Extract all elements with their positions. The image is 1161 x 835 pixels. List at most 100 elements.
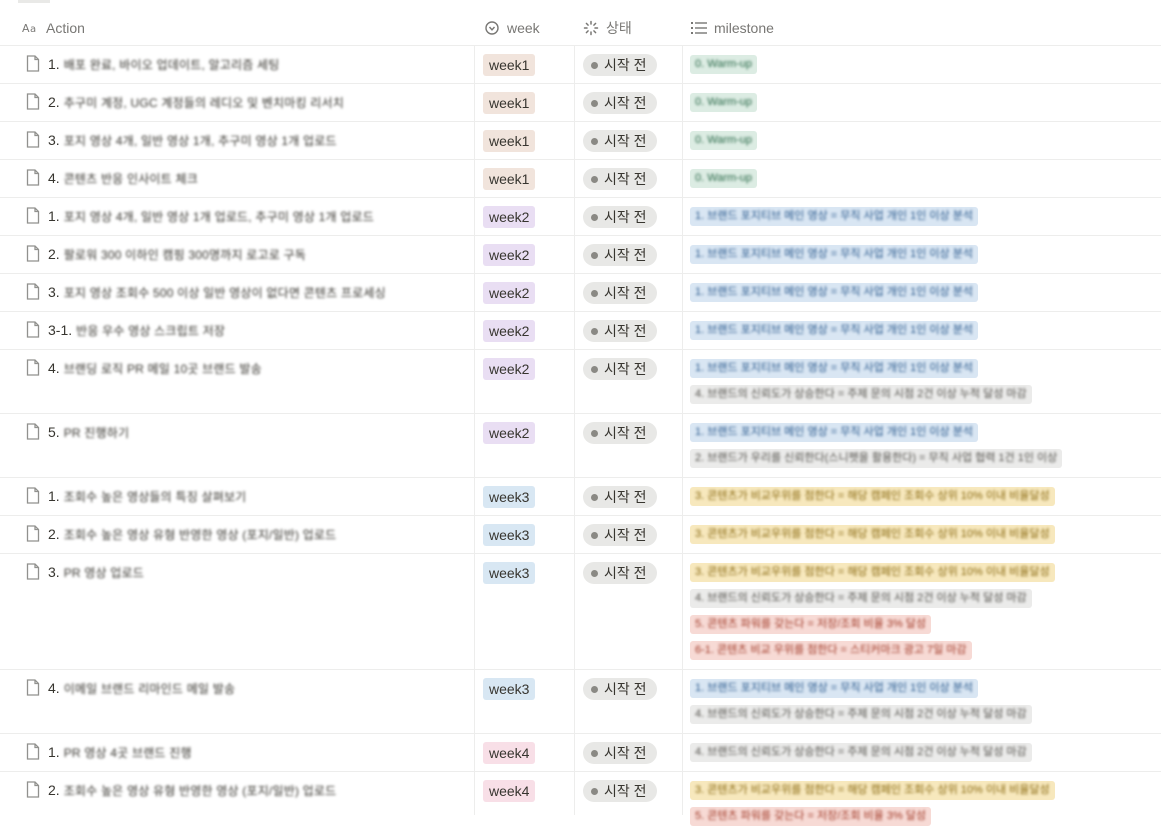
week-cell[interactable]: week2 [483,206,536,228]
status-cell[interactable]: 시작 전 [583,130,657,152]
milestone-cell[interactable]: 3. 콘텐츠가 비교우위를 점한다 = 해당 캠페인 조회수 상위 10% 이내… [690,487,1161,513]
action-title[interactable]: 반응 우수 영상 스크립트 저장 [76,322,225,339]
week-cell[interactable]: week4 [483,742,536,764]
table-row[interactable]: 1. 조회수 높은 영상들의 특징 살펴보기 week3 시작 전 3. 콘텐츠가 비교… [0,478,1161,516]
milestone-cell[interactable]: 0. Warm-up [690,131,1161,157]
action-cell[interactable]: 4. 이메일 브랜드 리마인드 메일 발송 [26,679,235,697]
table-row[interactable]: 2. 추구미 계정, UGC 계정들의 레디오 및 벤치마킹 리서치 week1 시작… [0,84,1161,122]
week-cell[interactable]: week4 [483,780,536,802]
action-cell[interactable]: 4. 브랜딩 로직 PR 메일 10곳 브랜드 발송 [26,359,262,377]
week-cell[interactable]: week3 [483,524,536,546]
column-header-action[interactable]: Aa Action [22,11,85,45]
action-title[interactable]: PR 진행하기 [64,424,130,441]
milestone-cell[interactable]: 4. 브랜드의 신뢰도가 상승한다 = 주제 문의 시점 2건 이상 누적 달성… [690,743,1161,769]
action-title[interactable]: 조회수 높은 영상들의 특징 살펴보기 [64,488,247,505]
action-title[interactable]: 조회수 높은 영상 유형 반영한 영상 (포지/일반) 업로드 [64,782,337,799]
week-cell[interactable]: week1 [483,168,536,190]
week-cell[interactable]: week3 [483,486,536,508]
action-cell[interactable]: 2. 조회수 높은 영상 유형 반영한 영상 (포지/일반) 업로드 [26,525,336,543]
action-title[interactable]: 배포 완료, 바이오 업데이트, 알고리즘 세팅 [64,56,280,73]
table-row[interactable]: 1. 포지 영상 4개, 일반 영상 1개 업로드, 추구미 영상 1개 업로드 w… [0,198,1161,236]
table-row[interactable]: 3. 포지 영상 4개, 일반 영상 1개, 추구미 영상 1개 업로드 week1… [0,122,1161,160]
week-cell[interactable]: week2 [483,320,536,342]
column-header-milestone[interactable]: milestone [690,11,774,45]
table-row[interactable]: 1. PR 영상 4곳 브랜드 진행 week4 시작 전 4. 브랜드의 신뢰도가 상… [0,734,1161,772]
status-cell[interactable]: 시작 전 [583,282,657,304]
action-cell[interactable]: 4. 콘텐츠 반응 인사이트 체크 [26,169,198,187]
action-cell[interactable]: 1. 조회수 높은 영상들의 특징 살펴보기 [26,487,246,505]
milestone-cell[interactable]: 1. 브랜드 포지티브 메인 영상 = 무직 사업 개인 1인 이상 분석 [690,283,1161,309]
status-cell[interactable]: 시작 전 [583,562,657,584]
milestone-cell[interactable]: 0. Warm-up [690,55,1161,81]
table-row[interactable]: 3. 포지 영상 조회수 500 이상 일반 영상이 없다면 콘텐츠 프로세싱 we… [0,274,1161,312]
table-row[interactable]: 5. PR 진행하기 week2 시작 전 1. 브랜드 포지티브 메인 영상 = 무직… [0,414,1161,478]
action-title[interactable]: 포지 영상 조회수 500 이상 일반 영상이 없다면 콘텐츠 프로세싱 [64,284,386,301]
status-cell[interactable]: 시작 전 [583,244,657,266]
action-title[interactable]: 팔로워 300 이하인 캠핑 300명까지 로고로 구독 [64,246,306,263]
action-cell[interactable]: 5. PR 진행하기 [26,423,129,441]
status-cell[interactable]: 시작 전 [583,320,657,342]
milestone-cell[interactable]: 3. 콘텐츠가 비교우위를 점한다 = 해당 캠페인 조회수 상위 10% 이내… [690,781,1161,833]
milestone-cell[interactable]: 3. 콘텐츠가 비교우위를 점한다 = 해당 캠페인 조회수 상위 10% 이내… [690,525,1161,551]
action-title[interactable]: PR 영상 업로드 [64,564,144,581]
table-row[interactable]: 4. 이메일 브랜드 리마인드 메일 발송 week3 시작 전 1. 브랜드 포지티브… [0,670,1161,734]
table-row[interactable]: 2. 팔로워 300 이하인 캠핑 300명까지 로고로 구독 week2 시작 전 1… [0,236,1161,274]
action-cell[interactable]: 3-1. 반응 우수 영상 스크립트 저장 [26,321,225,339]
milestone-cell[interactable]: 1. 브랜드 포지티브 메인 영상 = 무직 사업 개인 1인 이상 분석 [690,245,1161,271]
milestone-cell[interactable]: 1. 브랜드 포지티브 메인 영상 = 무직 사업 개인 1인 이상 분석 4. … [690,359,1161,411]
action-cell[interactable]: 3. 포지 영상 4개, 일반 영상 1개, 추구미 영상 1개 업로드 [26,131,337,149]
milestone-cell[interactable]: 0. Warm-up [690,169,1161,195]
table-row[interactable]: 2. 조회수 높은 영상 유형 반영한 영상 (포지/일반) 업로드 week3 시작… [0,516,1161,554]
milestone-cell[interactable]: 1. 브랜드 포지티브 메인 영상 = 무직 사업 개인 1인 이상 분석 4. … [690,679,1161,731]
table-row[interactable]: 2. 조회수 높은 영상 유형 반영한 영상 (포지/일반) 업로드 week4 시작… [0,772,1161,835]
milestone-cell[interactable]: 3. 콘텐츠가 비교우위를 점한다 = 해당 캠페인 조회수 상위 10% 이내… [690,563,1161,667]
milestone-cell[interactable]: 1. 브랜드 포지티브 메인 영상 = 무직 사업 개인 1인 이상 분석 [690,321,1161,347]
table-row[interactable]: 3. PR 영상 업로드 week3 시작 전 3. 콘텐츠가 비교우위를 점한다 = … [0,554,1161,670]
column-header-state[interactable]: 상태 [582,11,632,45]
table-row[interactable]: 3-1. 반응 우수 영상 스크립트 저장 week2 시작 전 1. 브랜드 포지티브… [0,312,1161,350]
week-cell[interactable]: week3 [483,678,536,700]
table-row[interactable]: 1. 배포 완료, 바이오 업데이트, 알고리즘 세팅 week1 시작 전 0. Wa… [0,46,1161,84]
week-cell[interactable]: week2 [483,422,536,444]
action-cell[interactable]: 1. 포지 영상 4개, 일반 영상 1개 업로드, 추구미 영상 1개 업로드 [26,207,374,225]
week-cell[interactable]: week2 [483,358,536,380]
status-cell[interactable]: 시작 전 [583,486,657,508]
status-cell[interactable]: 시작 전 [583,358,657,380]
status-cell[interactable]: 시작 전 [583,54,657,76]
column-header-week[interactable]: week [483,11,540,45]
action-cell[interactable]: 2. 팔로워 300 이하인 캠핑 300명까지 로고로 구독 [26,245,306,263]
table-row[interactable]: 4. 콘텐츠 반응 인사이트 체크 week1 시작 전 0. Warm-up [0,160,1161,198]
week-cell[interactable]: week1 [483,54,536,76]
table-row[interactable]: 4. 브랜딩 로직 PR 메일 10곳 브랜드 발송 week2 시작 전 1. 브랜드… [0,350,1161,414]
milestone-cell[interactable]: 0. Warm-up [690,93,1161,119]
action-title[interactable]: 이메일 브랜드 리마인드 메일 발송 [64,680,236,697]
action-title[interactable]: 포지 영상 4개, 일반 영상 1개 업로드, 추구미 영상 1개 업로드 [64,208,374,225]
status-cell[interactable]: 시작 전 [583,422,657,444]
action-title[interactable]: 콘텐츠 반응 인사이트 체크 [64,170,198,187]
action-cell[interactable]: 2. 조회수 높은 영상 유형 반영한 영상 (포지/일반) 업로드 [26,781,336,799]
milestone-cell[interactable]: 1. 브랜드 포지티브 메인 영상 = 무직 사업 개인 1인 이상 분석 [690,207,1161,233]
action-cell[interactable]: 1. 배포 완료, 바이오 업데이트, 알고리즘 세팅 [26,55,280,73]
week-cell[interactable]: week3 [483,562,536,584]
status-cell[interactable]: 시작 전 [583,678,657,700]
status-cell[interactable]: 시작 전 [583,206,657,228]
status-cell[interactable]: 시작 전 [583,168,657,190]
week-cell[interactable]: week2 [483,282,536,304]
action-cell[interactable]: 1. PR 영상 4곳 브랜드 진행 [26,743,192,761]
status-cell[interactable]: 시작 전 [583,92,657,114]
status-cell[interactable]: 시작 전 [583,742,657,764]
action-cell[interactable]: 3. PR 영상 업로드 [26,563,144,581]
milestone-cell[interactable]: 1. 브랜드 포지티브 메인 영상 = 무직 사업 개인 1인 이상 분석 2. … [690,423,1161,475]
week-cell[interactable]: week1 [483,130,536,152]
action-title[interactable]: 조회수 높은 영상 유형 반영한 영상 (포지/일반) 업로드 [64,526,337,543]
status-cell[interactable]: 시작 전 [583,780,657,802]
action-title[interactable]: PR 영상 4곳 브랜드 진행 [64,744,192,761]
action-title[interactable]: 포지 영상 4개, 일반 영상 1개, 추구미 영상 1개 업로드 [64,132,337,149]
status-cell[interactable]: 시작 전 [583,524,657,546]
week-cell[interactable]: week2 [483,244,536,266]
action-title[interactable]: 브랜딩 로직 PR 메일 10곳 브랜드 발송 [64,360,262,377]
action-title[interactable]: 추구미 계정, UGC 계정들의 레디오 및 벤치마킹 리서치 [64,94,344,111]
action-cell[interactable]: 2. 추구미 계정, UGC 계정들의 레디오 및 벤치마킹 리서치 [26,93,344,111]
week-cell[interactable]: week1 [483,92,536,114]
action-cell[interactable]: 3. 포지 영상 조회수 500 이상 일반 영상이 없다면 콘텐츠 프로세싱 [26,283,386,301]
